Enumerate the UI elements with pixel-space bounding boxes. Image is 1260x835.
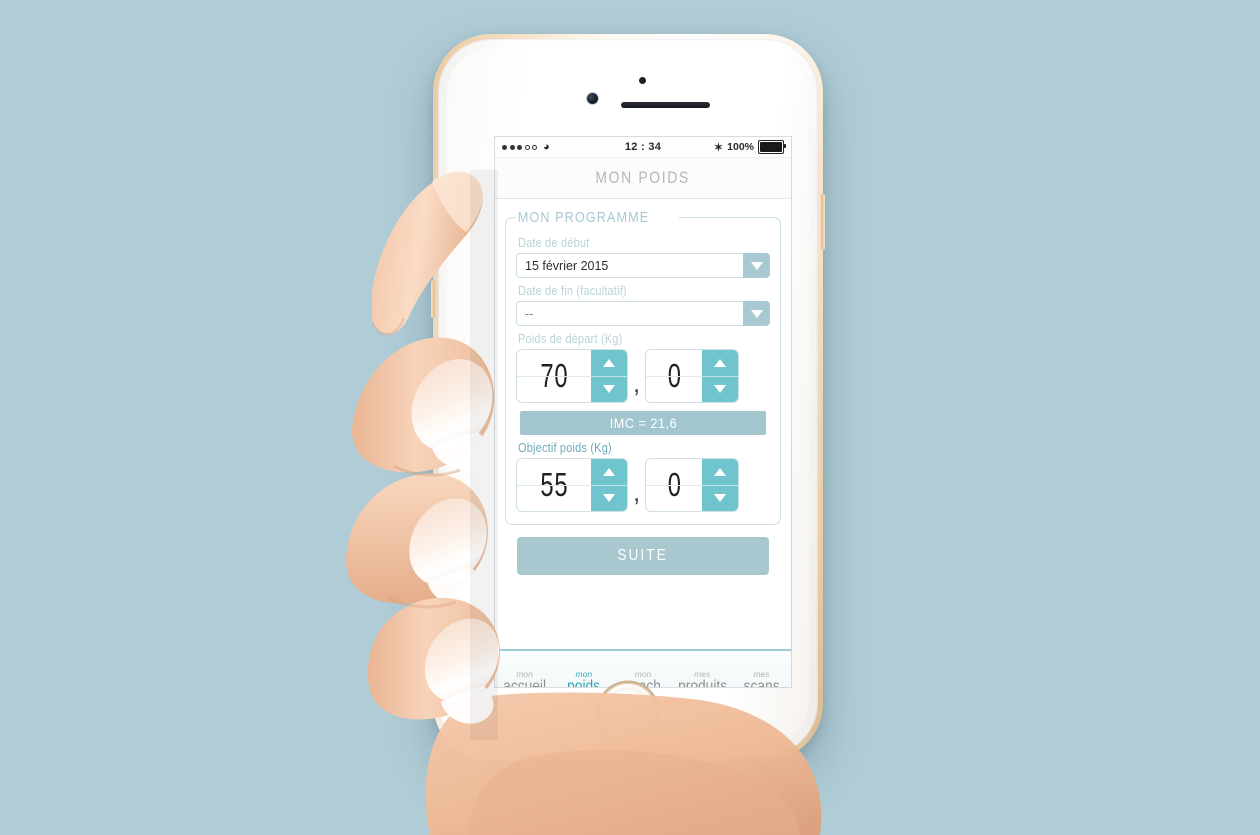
volume-up-button[interactable]	[431, 230, 435, 268]
tab-produits[interactable]: mes produits	[673, 668, 732, 688]
goal-weight-steppers: 55 , 0	[516, 458, 770, 512]
program-legend: MON PROGRAMME	[517, 209, 650, 226]
tab-scans-label: scans	[743, 678, 780, 688]
chevron-down-icon[interactable]	[702, 377, 738, 403]
chevron-down-icon[interactable]	[591, 377, 627, 403]
chevron-up-icon[interactable]	[702, 350, 738, 376]
chevron-down-icon[interactable]	[702, 486, 738, 512]
phone-bezel: ◕ 12 : 34 ✶ 100% MON POIDS MON PROGRAMME…	[438, 39, 818, 756]
end-date-label: Date de fin (facultatif)	[518, 284, 627, 298]
start-weight-integer-arrows[interactable]	[591, 350, 627, 402]
status-bar: ◕ 12 : 34 ✶ 100%	[495, 137, 791, 158]
start-weight-steppers: 70 , 0	[516, 349, 770, 403]
goal-weight-decimal-arrows[interactable]	[702, 459, 739, 512]
tab-scans[interactable]: mes scans	[732, 668, 791, 688]
status-bar-clock: 12 : 34	[624, 141, 662, 153]
home-button[interactable]	[599, 683, 657, 741]
start-weight-integer-stepper[interactable]: 70	[516, 349, 628, 403]
suite-button-label: SUITE	[617, 547, 669, 564]
tab-accueil-small: mon	[516, 668, 533, 679]
goal-weight-separator: ,	[633, 477, 641, 507]
goal-weight-label: Objectif poids (Kg)	[518, 441, 612, 455]
chevron-down-icon[interactable]	[743, 301, 770, 326]
page-title: MON POIDS	[595, 168, 691, 187]
tab-accueil-label: accueil	[503, 678, 547, 688]
tab-poids-small: mon	[575, 668, 593, 679]
mute-switch[interactable]	[431, 184, 435, 208]
volume-down-button[interactable]	[431, 280, 435, 318]
phone-screen: ◕ 12 : 34 ✶ 100% MON POIDS MON PROGRAMME…	[495, 137, 791, 687]
goal-weight-decimal-stepper[interactable]: 0	[645, 458, 740, 512]
bottom-tab-bar: mon accueil mon poids mon coach mes prod…	[495, 649, 791, 687]
chevron-up-icon[interactable]	[591, 459, 627, 485]
front-camera-icon	[587, 93, 598, 104]
start-date-select[interactable]: 15 février 2015	[516, 253, 770, 278]
scene: ◕ 12 : 34 ✶ 100% MON POIDS MON PROGRAMME…	[0, 0, 1260, 835]
phone-front-face: ◕ 12 : 34 ✶ 100% MON POIDS MON PROGRAMME…	[447, 48, 809, 747]
power-button[interactable]	[821, 194, 825, 250]
start-date-label: Date de début	[518, 236, 590, 250]
tab-accueil[interactable]: mon accueil	[495, 668, 554, 688]
chevron-down-icon[interactable]	[743, 253, 770, 278]
goal-weight-integer-stepper[interactable]: 55	[516, 458, 628, 512]
tab-scans-small: mes	[753, 668, 770, 679]
tab-poids-label: poids	[567, 678, 601, 688]
phone-device: ◕ 12 : 34 ✶ 100% MON POIDS MON PROGRAMME…	[431, 34, 825, 761]
tab-produits-label: produits	[677, 678, 727, 688]
end-date-select[interactable]: --	[516, 301, 770, 326]
chevron-up-icon[interactable]	[702, 459, 738, 485]
start-weight-separator: ,	[633, 368, 641, 398]
imc-badge: IMC = 21,6	[520, 411, 766, 435]
start-date-value[interactable]: 15 février 2015	[516, 253, 743, 278]
program-fieldset: MON PROGRAMME Date de début 15 février 2…	[505, 209, 781, 525]
earpiece-speaker	[621, 102, 710, 108]
start-weight-label: Poids de départ (Kg)	[518, 332, 623, 346]
chevron-up-icon[interactable]	[591, 350, 627, 376]
tab-poids[interactable]: mon poids	[554, 668, 613, 688]
start-weight-decimal-arrows[interactable]	[702, 350, 739, 403]
proximity-sensor-icon	[639, 77, 646, 84]
screen-content: MON PROGRAMME Date de début 15 février 2…	[495, 199, 791, 687]
app-navigation-bar: MON POIDS	[495, 158, 791, 199]
start-weight-decimal-stepper[interactable]: 0	[645, 349, 740, 403]
tab-coach-small: mon	[634, 668, 652, 679]
battery-full-icon	[758, 140, 786, 154]
goal-weight-integer-value[interactable]: 55	[517, 459, 591, 511]
tab-produits-small: mes	[694, 668, 711, 679]
start-weight-decimal-value[interactable]: 0	[646, 350, 703, 402]
start-weight-integer-value[interactable]: 70	[517, 350, 591, 402]
suite-button[interactable]: SUITE	[517, 537, 769, 575]
imc-value: IMC = 21,6	[609, 415, 677, 431]
goal-weight-decimal-value[interactable]: 0	[646, 459, 703, 511]
chevron-down-icon[interactable]	[591, 486, 627, 512]
end-date-value[interactable]: --	[516, 301, 743, 326]
goal-weight-integer-arrows[interactable]	[591, 459, 627, 511]
